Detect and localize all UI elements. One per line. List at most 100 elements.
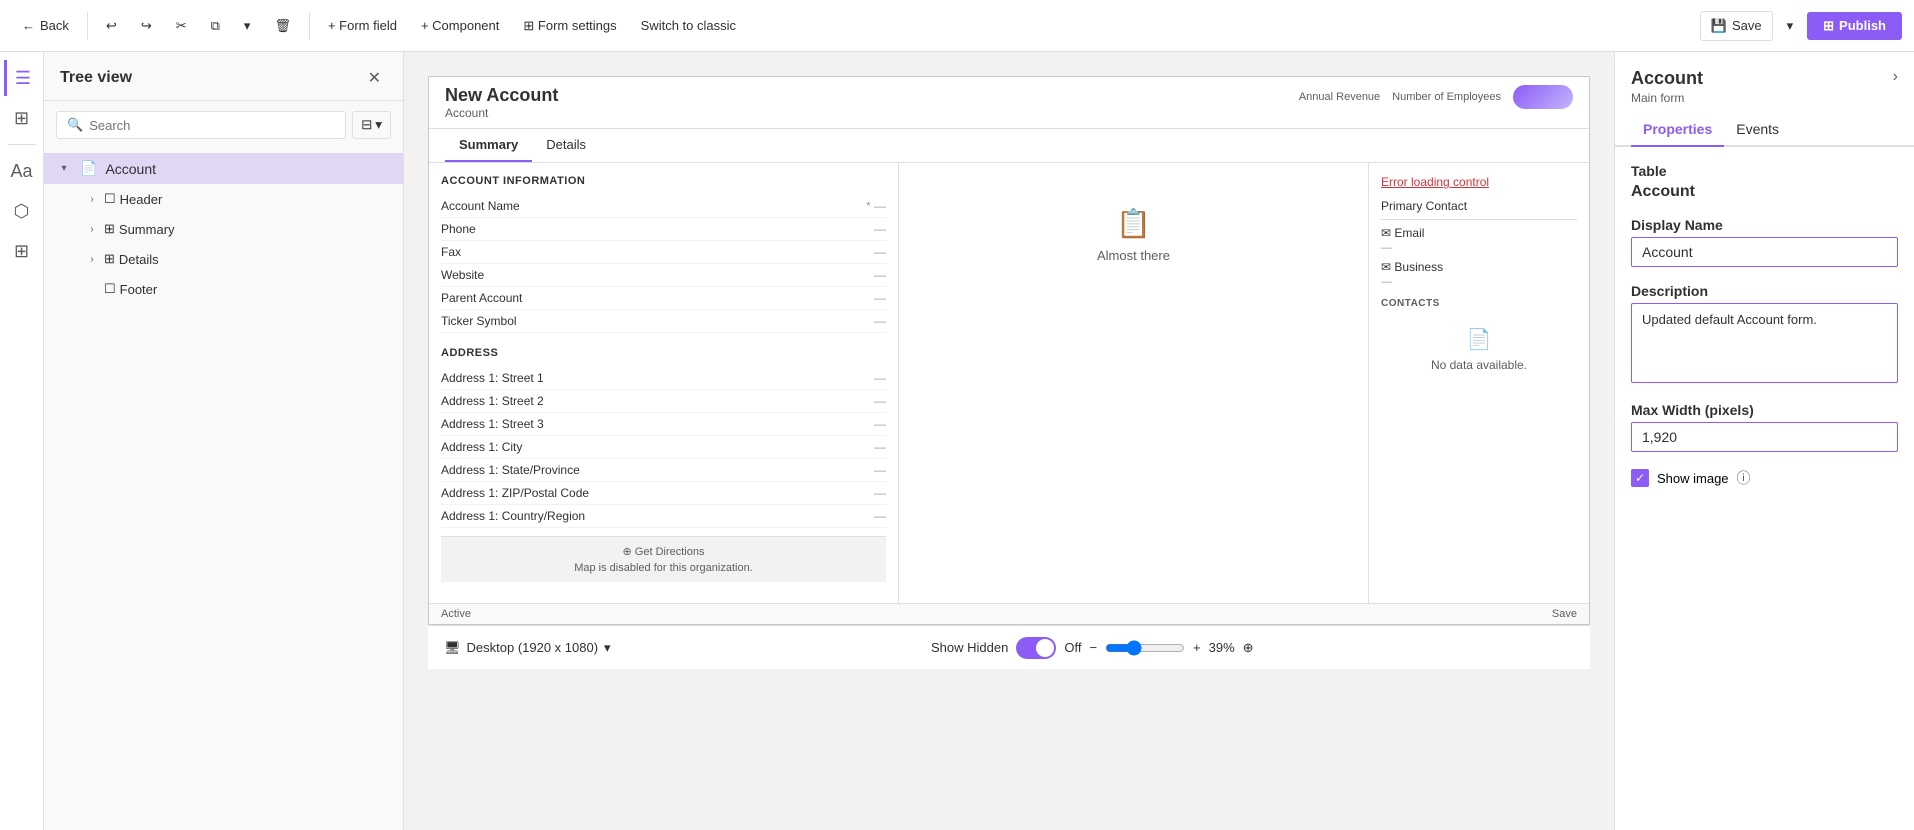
display-name-section: Display Name (1631, 217, 1898, 267)
tree-area: ▾ 📄 Account › ☐ Header › ⊞ Summary (44, 149, 403, 830)
undo-button[interactable]: ↩ (96, 12, 127, 40)
max-width-section: Max Width (pixels) (1631, 402, 1898, 452)
chevron-header: › (84, 194, 100, 205)
tree-item-footer[interactable]: › ☐ Footer (76, 274, 403, 304)
back-label: Back (40, 18, 69, 33)
toggle-state-label: Off (1064, 640, 1081, 655)
right-panel-title: Account (1631, 68, 1703, 89)
right-panel-header: Account Main form › (1615, 52, 1914, 113)
max-width-input[interactable] (1631, 422, 1898, 452)
field-street3: Address 1: Street 3 — (441, 413, 886, 436)
show-hidden-label: Show Hidden (931, 640, 1008, 655)
left-icon-layers[interactable]: ⬡ (4, 193, 40, 229)
left-icon-components[interactable]: ⊞ (4, 100, 40, 136)
zoom-plus-icon[interactable]: + (1193, 640, 1201, 655)
field-country: Address 1: Country/Region — (441, 505, 886, 528)
cut-button[interactable]: ✂ (166, 12, 197, 40)
section-address: ADDRESS (441, 347, 886, 359)
tree-label-summary: Summary (119, 222, 175, 237)
field-zip: Address 1: ZIP/Postal Code — (441, 482, 886, 505)
publish-button[interactable]: ⊞ Publish (1807, 12, 1902, 40)
search-icon: 🔍 (67, 117, 83, 133)
show-hidden-toggle[interactable] (1016, 637, 1056, 659)
details-icon: ⊞ (104, 251, 115, 267)
field-account-name: Account Name * — (441, 195, 886, 218)
toggle-knob (1036, 639, 1054, 657)
back-button[interactable]: ← Back (12, 12, 79, 39)
save-dropdown-button[interactable]: ▾ (1777, 12, 1804, 40)
save-label: Save (1732, 18, 1762, 33)
device-dropdown-icon[interactable]: ▾ (604, 640, 611, 656)
switch-classic-button[interactable]: Switch to classic (631, 12, 746, 39)
delete-button[interactable]: 🗑 (264, 12, 301, 40)
bottom-left: 🖥 Desktop (1920 x 1080) ▾ (444, 640, 611, 656)
get-directions[interactable]: ⊕ Get Directions (453, 545, 874, 558)
error-loading-control[interactable]: Error loading control (1381, 175, 1577, 189)
chevron-summary: › (84, 224, 100, 235)
left-icon-treeview[interactable]: ☰ (4, 60, 40, 96)
field-website: Website — (441, 264, 886, 287)
tree-item-details[interactable]: › ⊞ Details (76, 244, 403, 274)
form-col-left: ACCOUNT INFORMATION Account Name * — Pho… (429, 163, 899, 603)
max-width-label: Max Width (pixels) (1631, 402, 1898, 418)
show-image-info-icon[interactable]: ⓘ (1737, 468, 1751, 488)
back-icon: ← (22, 18, 35, 33)
no-data-area: 📄 No data available. (1381, 309, 1577, 389)
num-employees-label: Number of Employees (1392, 91, 1501, 103)
redo-icon: ↪ (141, 18, 152, 34)
primary-contact-field: Primary Contact (1381, 199, 1577, 213)
form-save-label: Save (1552, 608, 1577, 620)
tree-item-summary[interactable]: › ⊞ Summary (76, 214, 403, 244)
undo-icon: ↩ (106, 18, 117, 34)
dropdown-button[interactable]: ▾ (234, 12, 261, 40)
left-icon-abc[interactable]: Aa (4, 153, 40, 189)
form-field-button[interactable]: + Form field (318, 12, 407, 39)
table-label: Table (1631, 163, 1898, 179)
timeline-icon: 📋 (1116, 207, 1151, 240)
display-name-input[interactable] (1631, 237, 1898, 267)
zoom-minus-icon[interactable]: − (1089, 640, 1097, 655)
filter-button[interactable]: ⊟ ▾ (352, 111, 391, 139)
copy-button[interactable]: ⧉ (201, 12, 230, 40)
no-data-text: No data available. (1431, 358, 1527, 372)
form-field-label: + Form field (328, 18, 397, 33)
fit-icon[interactable]: ⊕ (1243, 640, 1254, 656)
show-image-row: ✓ Show image ⓘ (1631, 468, 1898, 488)
canvas-area: New Account Account Annual Revenue Numbe… (404, 52, 1614, 830)
tree-item-header[interactable]: › ☐ Header (76, 184, 403, 214)
search-input[interactable] (89, 118, 335, 133)
sidebar-title: Tree view (60, 69, 132, 87)
bottom-center: Show Hidden Off − + 39% ⊕ (931, 637, 1254, 659)
tab-properties[interactable]: Properties (1631, 113, 1724, 147)
zoom-slider[interactable] (1105, 640, 1185, 656)
form-preview-header: New Account Account Annual Revenue Numbe… (429, 77, 1589, 129)
description-textarea[interactable]: Updated default Account form. (1631, 303, 1898, 383)
form-settings-button[interactable]: ⊞ Form settings (513, 12, 626, 40)
field-parent-account: Parent Account — (441, 287, 886, 310)
map-disabled-text: Map is disabled for this organization. (453, 562, 874, 574)
right-panel-expand-button[interactable]: › (1893, 68, 1898, 86)
left-icon-grid[interactable]: ⊞ (4, 233, 40, 269)
tab-details[interactable]: Details (532, 129, 600, 162)
component-button[interactable]: + Component (411, 12, 509, 39)
chevron-account: ▾ (56, 163, 72, 174)
description-label: Description (1631, 283, 1898, 299)
save-button[interactable]: 💾 Save (1700, 11, 1773, 41)
tree-label-header: Header (120, 192, 163, 207)
right-panel-subtitle: Main form (1631, 91, 1703, 105)
redo-button[interactable]: ↪ (131, 12, 162, 40)
show-image-checkbox[interactable]: ✓ (1631, 469, 1649, 487)
toolbar: ← Back ↩ ↪ ✂ ⧉ ▾ 🗑 + Form field + Compon… (0, 0, 1914, 52)
sidebar: Tree view ✕ 🔍 ⊟ ▾ ▾ 📄 Account (44, 52, 404, 830)
divider-contact (1381, 219, 1577, 220)
tree-item-account[interactable]: ▾ 📄 Account (44, 153, 403, 184)
footer-icon: ☐ (104, 281, 116, 297)
business-field: ✉ Business — (1381, 260, 1577, 288)
sidebar-close-button[interactable]: ✕ (362, 66, 387, 90)
tree-label-details: Details (119, 252, 159, 267)
contacts-section-label: CONTACTS (1381, 298, 1577, 309)
tab-events[interactable]: Events (1724, 113, 1791, 147)
tab-summary[interactable]: Summary (445, 129, 532, 162)
sidebar-header: Tree view ✕ (44, 52, 403, 101)
display-name-label: Display Name (1631, 217, 1898, 233)
